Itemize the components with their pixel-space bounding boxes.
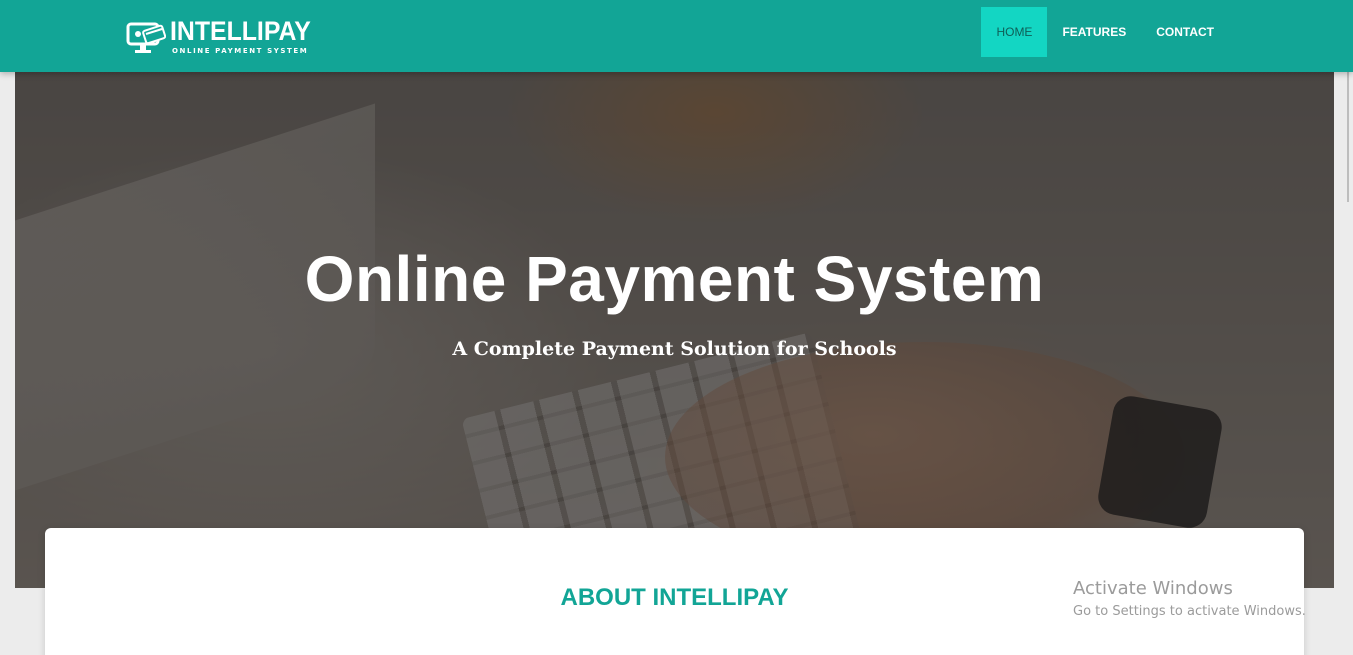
windows-activation-watermark: Activate Windows Go to Settings to activ… bbox=[1073, 578, 1306, 619]
nav-features[interactable]: FEATURES bbox=[1047, 7, 1141, 57]
nav-contact[interactable]: CONTACT bbox=[1141, 7, 1229, 57]
brand-tagline: ONLINE PAYMENT SYSTEM bbox=[172, 47, 309, 55]
hero-subtitle: A Complete Payment Solution for Schools bbox=[452, 338, 897, 360]
watermark-title: Activate Windows bbox=[1073, 578, 1233, 599]
hero-dark-overlay bbox=[15, 72, 1334, 588]
main-nav: HOME FEATURES CONTACT bbox=[981, 7, 1229, 57]
brand-logo[interactable]: INTELLIPAY ONLINE PAYMENT SYSTEM bbox=[126, 18, 323, 58]
payment-monitor-icon bbox=[126, 22, 166, 53]
top-navbar: INTELLIPAY ONLINE PAYMENT SYSTEM HOME FE… bbox=[0, 0, 1353, 72]
brand-name: INTELLIPAY bbox=[170, 16, 311, 46]
watermark-subtitle: Go to Settings to activate Windows. bbox=[1073, 604, 1306, 619]
hero-banner: Online Payment System A Complete Payment… bbox=[15, 72, 1334, 588]
page-scrollbar[interactable] bbox=[1336, 0, 1353, 655]
nav-home[interactable]: HOME bbox=[981, 7, 1048, 57]
hero-title: Online Payment System bbox=[304, 243, 1045, 315]
